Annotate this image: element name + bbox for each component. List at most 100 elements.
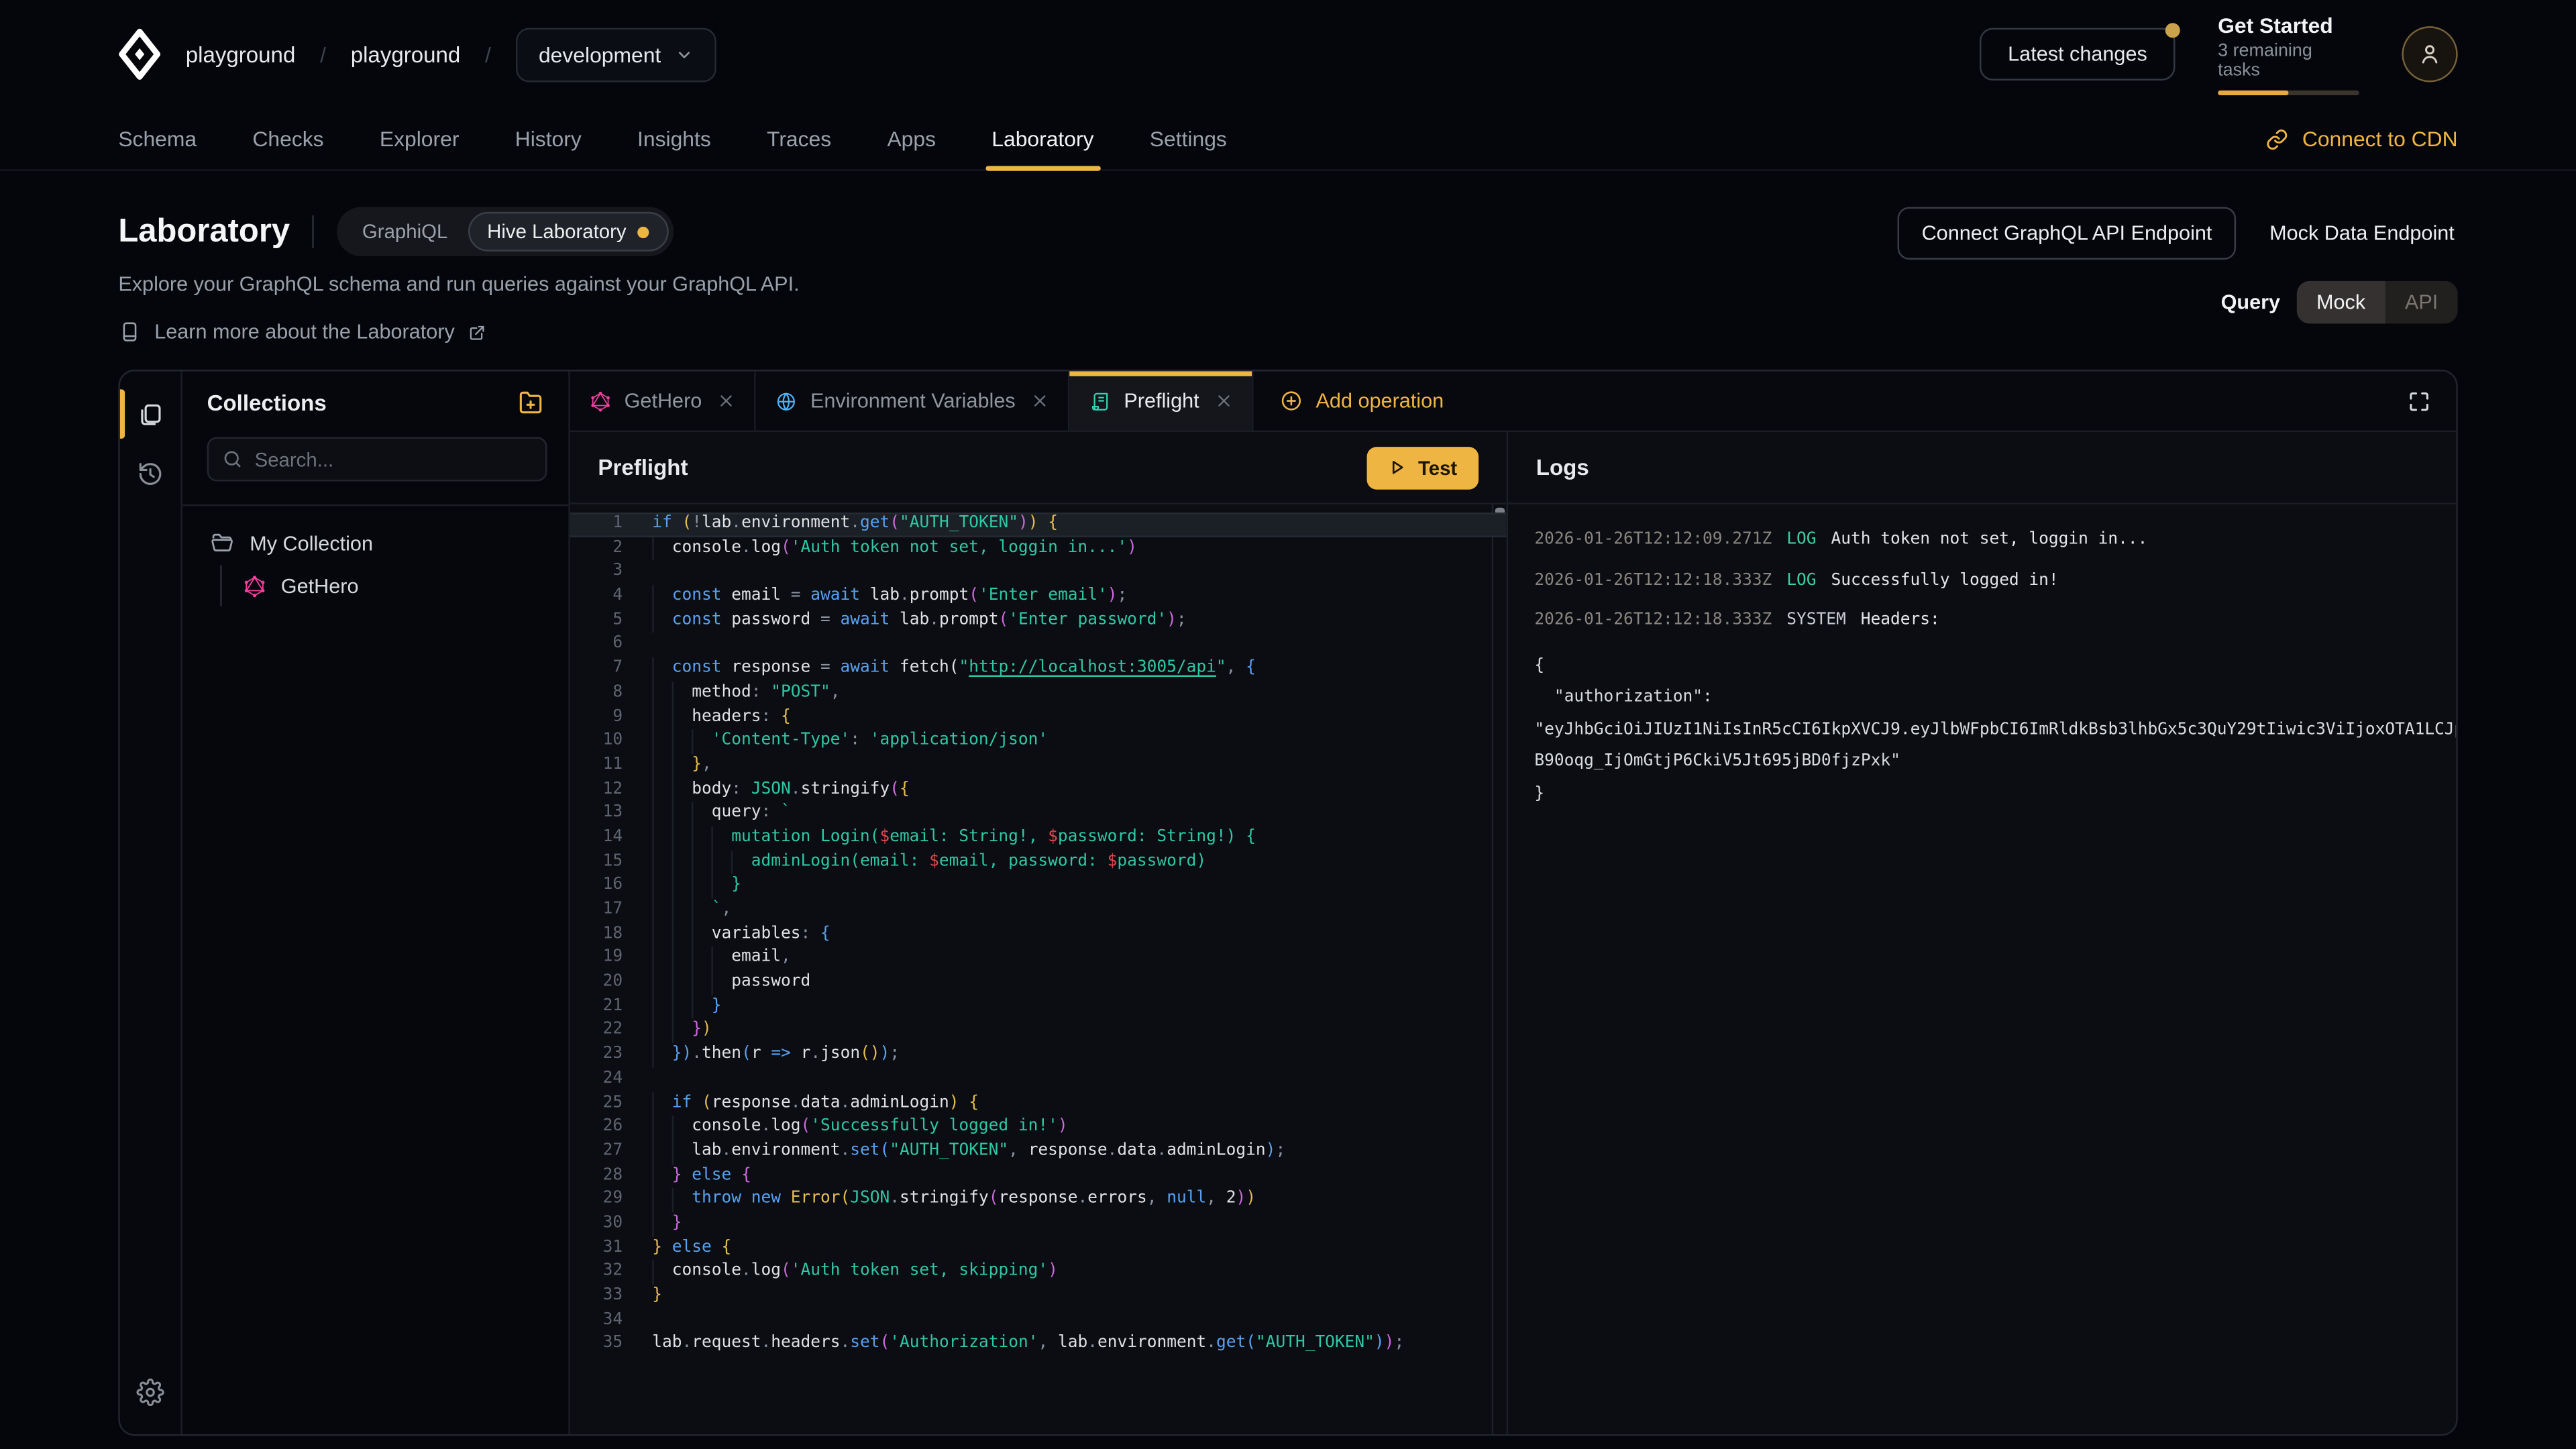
- code-line[interactable]: 26 console.log('Successfully logged in!'…: [570, 1116, 1507, 1140]
- code-line[interactable]: 2 console.log('Auth token not set, loggi…: [570, 537, 1507, 561]
- connect-cdn-link[interactable]: Connect to CDN: [2266, 109, 2458, 170]
- code-line[interactable]: 22 }): [570, 1019, 1507, 1043]
- external-link-icon: [468, 323, 486, 341]
- collection-folder-row[interactable]: My Collection: [210, 523, 555, 564]
- code-line[interactable]: 15 adminLogin(email: $email, password: $…: [570, 851, 1507, 875]
- code-line[interactable]: 31} else {: [570, 1236, 1507, 1260]
- close-icon[interactable]: [1216, 392, 1232, 409]
- code-line-content: } else {: [652, 1164, 751, 1188]
- close-icon[interactable]: [1032, 392, 1048, 409]
- add-collection-button[interactable]: [515, 386, 547, 419]
- code-line[interactable]: 19 email,: [570, 947, 1507, 971]
- fullscreen-button[interactable]: [2382, 371, 2456, 430]
- nav-item-explorer[interactable]: Explorer: [380, 109, 460, 170]
- nav-item-insights[interactable]: Insights: [637, 109, 711, 170]
- line-number: 3: [570, 561, 643, 585]
- code-line[interactable]: 23 }).then(r => r.json());: [570, 1043, 1507, 1067]
- code-line[interactable]: 11 },: [570, 754, 1507, 778]
- avatar[interactable]: [2402, 26, 2457, 82]
- nav-item-history[interactable]: History: [515, 109, 582, 170]
- breadcrumb-org[interactable]: playground: [186, 42, 296, 66]
- code-line[interactable]: 18 variables: {: [570, 923, 1507, 947]
- connect-graphql-endpoint-button[interactable]: Connect GraphQL API Endpoint: [1897, 207, 2237, 260]
- code-line[interactable]: 28 } else {: [570, 1164, 1507, 1188]
- latest-changes-button[interactable]: Latest changes: [1980, 28, 2176, 80]
- target-select[interactable]: development: [516, 27, 717, 81]
- code-line-content: }: [652, 1212, 682, 1236]
- code-line-content: const email = await lab.prompt('Enter em…: [652, 585, 1127, 609]
- code-line[interactable]: 30 }: [570, 1212, 1507, 1236]
- line-number: 27: [570, 1140, 643, 1164]
- line-number: 17: [570, 899, 643, 923]
- code-line[interactable]: 20 password: [570, 971, 1507, 996]
- code-line[interactable]: 35lab.request.headers.set('Authorization…: [570, 1333, 1507, 1357]
- code-line[interactable]: 5 const password = await lab.prompt('Ent…: [570, 609, 1507, 633]
- breadcrumb-project[interactable]: playground: [351, 42, 461, 66]
- test-button[interactable]: Test: [1367, 446, 1479, 489]
- plus-circle-icon: [1280, 389, 1303, 412]
- code-line[interactable]: 12 body: JSON.stringify({: [570, 778, 1507, 802]
- play-icon: [1389, 458, 1407, 476]
- code-line[interactable]: 3: [570, 561, 1507, 585]
- rail-item-collections[interactable]: [120, 384, 181, 443]
- notification-dot: [2165, 23, 2180, 38]
- collections-tree: My Collection GetHero: [182, 506, 569, 606]
- code-line[interactable]: 27 lab.environment.set("AUTH_TOKEN", res…: [570, 1140, 1507, 1164]
- code-line[interactable]: 4 const email = await lab.prompt('Enter …: [570, 585, 1507, 609]
- query-mode-api[interactable]: API: [2385, 281, 2458, 324]
- code-line[interactable]: 8 method: "POST",: [570, 682, 1507, 706]
- code-line[interactable]: 16 }: [570, 875, 1507, 899]
- code-line[interactable]: 1if (!lab.environment.get("AUTH_TOKEN"))…: [570, 513, 1507, 537]
- add-operation-button[interactable]: Add operation: [1253, 371, 1470, 430]
- search-input[interactable]: [207, 437, 547, 481]
- code-line[interactable]: 9 headers: {: [570, 706, 1507, 730]
- code-line[interactable]: 7 const response = await fetch("http://l…: [570, 657, 1507, 682]
- page-header-right: Connect GraphQL API Endpoint Mock Data E…: [1897, 207, 2458, 343]
- query-mode-mock[interactable]: Mock: [2297, 281, 2385, 324]
- laboratory-panel: Collections My Collection: [118, 370, 2457, 1436]
- code-line[interactable]: 10 'Content-Type': 'application/json': [570, 730, 1507, 754]
- nav-item-laboratory[interactable]: Laboratory: [991, 109, 1093, 170]
- line-number: 14: [570, 826, 643, 851]
- rail-item-settings[interactable]: [120, 1362, 181, 1421]
- hive-logo-icon[interactable]: [118, 28, 161, 80]
- code-line[interactable]: 14 mutation Login($email: String!, $pass…: [570, 826, 1507, 851]
- nav-item-apps[interactable]: Apps: [887, 109, 936, 170]
- operation-row-gethero[interactable]: GetHero: [243, 565, 555, 606]
- code-line-content: console.log('Successfully logged in!'): [652, 1116, 1067, 1140]
- close-icon[interactable]: [718, 392, 735, 409]
- code-line[interactable]: 17 `,: [570, 899, 1507, 923]
- nav-item-schema[interactable]: Schema: [118, 109, 197, 170]
- code-line[interactable]: 34: [570, 1309, 1507, 1333]
- tab-gethero[interactable]: GetHero: [570, 371, 756, 430]
- mock-data-endpoint-button[interactable]: Mock Data Endpoint: [2266, 209, 2457, 258]
- code-line[interactable]: 24: [570, 1067, 1507, 1091]
- page-title: Laboratory: [118, 213, 290, 250]
- nav-item-traces[interactable]: Traces: [767, 109, 831, 170]
- code-line-content: },: [652, 754, 712, 778]
- collections-sidebar: Collections My Collection: [182, 371, 570, 1434]
- tab-environment-variables[interactable]: Environment Variables: [756, 371, 1069, 430]
- page-header-left: Laboratory GraphiQL Hive Laboratory Expl…: [118, 207, 799, 343]
- learn-more-link[interactable]: Learn more about the Laboratory: [118, 321, 799, 343]
- code-line[interactable]: 29 throw new Error(JSON.stringify(respon…: [570, 1188, 1507, 1212]
- page-description: Explore your GraphQL schema and run quer…: [118, 273, 799, 296]
- line-number: 23: [570, 1043, 643, 1067]
- get-started-widget[interactable]: Get Started 3 remaining tasks: [2218, 13, 2359, 96]
- code-line[interactable]: 6: [570, 633, 1507, 657]
- preflight-title: Preflight: [598, 455, 688, 480]
- code-line[interactable]: 21 }: [570, 995, 1507, 1019]
- collection-children: GetHero: [220, 565, 555, 606]
- nav-item-settings[interactable]: Settings: [1150, 109, 1227, 170]
- mode-option-graphiql[interactable]: GraphiQL: [343, 212, 468, 252]
- tab-preflight[interactable]: Preflight: [1070, 371, 1254, 430]
- rail-item-history[interactable]: [120, 443, 181, 502]
- code-line[interactable]: 25 if (response.data.adminLogin) {: [570, 1091, 1507, 1116]
- mode-option-hive-laboratory[interactable]: Hive Laboratory: [468, 212, 669, 252]
- code-line[interactable]: 13 query: `: [570, 802, 1507, 826]
- nav-item-checks[interactable]: Checks: [252, 109, 323, 170]
- code-editor[interactable]: 1if (!lab.environment.get("AUTH_TOKEN"))…: [570, 504, 1507, 1434]
- code-line[interactable]: 32 console.log('Auth token set, skipping…: [570, 1260, 1507, 1285]
- link-icon: [2266, 127, 2289, 150]
- code-line[interactable]: 33}: [570, 1285, 1507, 1309]
